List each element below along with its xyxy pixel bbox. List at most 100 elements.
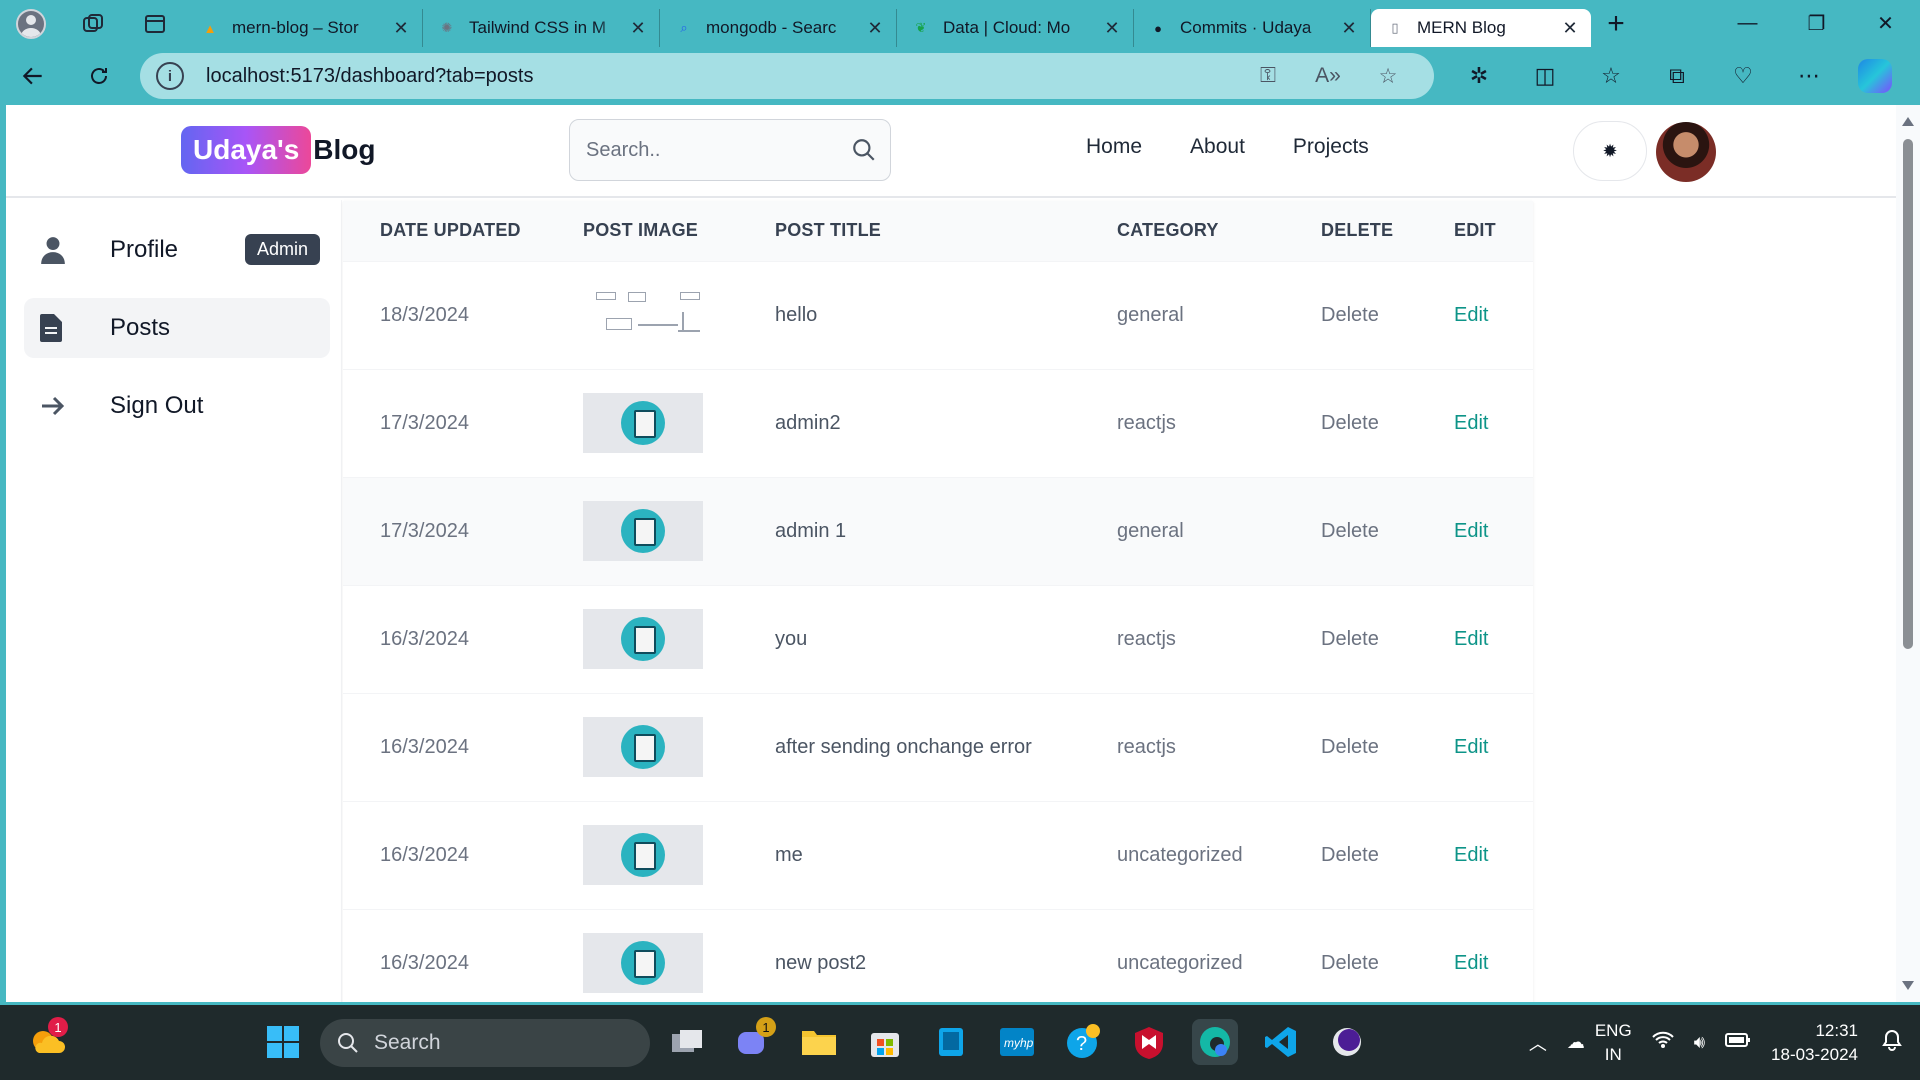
sidebar-item-profile[interactable]: Profile Admin <box>24 220 330 280</box>
vertical-tabs-icon[interactable] <box>124 0 186 47</box>
post-thumbnail[interactable] <box>583 285 703 345</box>
url-bar[interactable]: i localhost:5173/dashboard?tab=posts ⚿ A… <box>140 53 1434 99</box>
post-title-link[interactable]: you <box>738 585 1080 693</box>
extensions-icon[interactable]: ✲ <box>1446 47 1512 105</box>
tab-title: Commits · Udaya <box>1180 18 1312 37</box>
post-thumbnail[interactable] <box>583 393 703 453</box>
browser-tab[interactable]: ⌕ mongodb - Searc ✕ <box>660 9 897 47</box>
delete-button[interactable]: Delete <box>1284 585 1417 693</box>
minimize-button[interactable]: — <box>1713 0 1782 47</box>
workspaces-icon[interactable] <box>62 0 124 47</box>
post-title-link[interactable]: me <box>738 801 1080 909</box>
delete-button[interactable]: Delete <box>1284 261 1417 369</box>
favorite-star-icon[interactable]: ☆ <box>1358 64 1418 89</box>
post-title-link[interactable]: after sending onchange error <box>738 693 1080 801</box>
site-info-icon[interactable]: i <box>156 62 184 90</box>
onedrive-icon[interactable]: ☁ <box>1567 1032 1585 1053</box>
microsoft-store-icon[interactable] <box>862 1019 908 1065</box>
edit-link[interactable]: Edit <box>1417 909 1533 1002</box>
edit-link[interactable]: Edit <box>1417 585 1533 693</box>
volume-icon[interactable]: 🔊︎ <box>1694 1032 1705 1053</box>
browser-tab[interactable]: ✺ Tailwind CSS in M ✕ <box>423 9 660 47</box>
collections-icon[interactable]: ⧉ <box>1644 47 1710 105</box>
edit-link[interactable]: Edit <box>1417 801 1533 909</box>
close-window-button[interactable]: ✕ <box>1851 0 1920 47</box>
nav-about-link[interactable]: About <box>1190 135 1245 159</box>
close-tab-icon[interactable]: ✕ <box>1101 18 1123 39</box>
delete-button[interactable]: Delete <box>1284 909 1417 1002</box>
browser-essentials-icon[interactable]: ♡ <box>1710 47 1776 105</box>
refresh-button[interactable] <box>66 47 132 105</box>
weather-icon[interactable]: 1 <box>24 1017 70 1065</box>
start-button[interactable] <box>260 1019 306 1065</box>
clock[interactable]: 12:31 18-03-2024 <box>1771 1019 1858 1067</box>
profile-icon[interactable] <box>0 0 62 47</box>
close-tab-icon[interactable]: ✕ <box>864 18 886 39</box>
tablet-app-icon[interactable] <box>928 1019 974 1065</box>
new-tab-button[interactable]: + <box>1591 0 1641 47</box>
delete-button[interactable]: Delete <box>1284 369 1417 477</box>
browser-tab[interactable]: ● Commits · Udaya ✕ <box>1134 9 1371 47</box>
delete-button[interactable]: Delete <box>1284 801 1417 909</box>
edit-link[interactable]: Edit <box>1417 369 1533 477</box>
teams-chat-icon[interactable]: 1 <box>730 1017 776 1065</box>
eclipse-app-icon[interactable] <box>1324 1019 1370 1065</box>
wifi-icon[interactable] <box>1651 1031 1674 1054</box>
close-tab-icon[interactable]: ✕ <box>1559 18 1581 39</box>
theme-toggle-button[interactable]: ✹ <box>1573 121 1647 181</box>
browser-tab[interactable]: ▲ mern-blog – Stor ✕ <box>186 9 423 47</box>
post-title-link[interactable]: new post2 <box>738 909 1080 1002</box>
restore-button[interactable]: ❐ <box>1782 0 1851 47</box>
post-title-link[interactable]: hello <box>738 261 1080 369</box>
notification-bell-icon[interactable] <box>1882 1029 1902 1056</box>
scrollbar-thumb[interactable] <box>1903 139 1913 649</box>
password-key-icon[interactable]: ⚿ <box>1238 64 1298 88</box>
read-aloud-icon[interactable]: A» <box>1298 64 1358 88</box>
post-title-link[interactable]: admin2 <box>738 369 1080 477</box>
sidebar-item-signout[interactable]: Sign Out <box>24 376 330 436</box>
myhp-icon[interactable]: myhp <box>994 1019 1040 1065</box>
post-thumbnail[interactable] <box>583 717 703 777</box>
site-logo[interactable]: Udaya's Blog <box>181 126 376 174</box>
language-indicator[interactable]: ENG IN <box>1595 1019 1632 1067</box>
chevron-up-icon[interactable]: ︿ <box>1529 1030 1547 1056</box>
edge-browser-icon[interactable] <box>1192 1019 1238 1065</box>
delete-button[interactable]: Delete <box>1284 477 1417 585</box>
edit-link[interactable]: Edit <box>1417 261 1533 369</box>
url-text[interactable]: localhost:5173/dashboard?tab=posts <box>206 65 1238 88</box>
copilot-icon[interactable] <box>1858 59 1892 93</box>
sidebar-item-posts[interactable]: Posts <box>24 298 330 358</box>
close-tab-icon[interactable]: ✕ <box>1338 18 1360 39</box>
file-explorer-icon[interactable] <box>796 1019 842 1065</box>
page-scrollbar[interactable] <box>1896 105 1920 1002</box>
taskbar-search[interactable]: Search <box>320 1019 650 1067</box>
browser-tab[interactable]: ▯ MERN Blog ✕ <box>1371 9 1591 47</box>
post-thumbnail[interactable] <box>583 825 703 885</box>
scroll-up-arrow[interactable] <box>1902 117 1914 126</box>
post-thumbnail[interactable] <box>583 933 703 994</box>
close-tab-icon[interactable]: ✕ <box>627 18 649 39</box>
scroll-down-arrow[interactable] <box>1902 981 1914 990</box>
nav-projects-link[interactable]: Projects <box>1293 135 1369 159</box>
post-title-link[interactable]: admin 1 <box>738 477 1080 585</box>
post-thumbnail[interactable] <box>583 609 703 669</box>
search-input[interactable] <box>586 138 851 162</box>
vscode-icon[interactable] <box>1258 1019 1304 1065</box>
edit-link[interactable]: Edit <box>1417 477 1533 585</box>
user-avatar[interactable] <box>1656 122 1716 182</box>
favorites-icon[interactable]: ☆ <box>1578 47 1644 105</box>
close-tab-icon[interactable]: ✕ <box>390 18 412 39</box>
nav-home-link[interactable]: Home <box>1086 135 1142 159</box>
help-icon[interactable]: ? <box>1060 1019 1106 1065</box>
split-screen-icon[interactable]: ◫ <box>1512 47 1578 105</box>
browser-tab[interactable]: ❦ Data | Cloud: Mo ✕ <box>897 9 1134 47</box>
task-view-icon[interactable] <box>664 1019 710 1065</box>
more-menu-icon[interactable]: ⋯ <box>1776 47 1842 105</box>
battery-icon[interactable] <box>1725 1032 1751 1053</box>
edit-link[interactable]: Edit <box>1417 693 1533 801</box>
post-thumbnail[interactable] <box>583 501 703 561</box>
back-button[interactable] <box>0 47 66 105</box>
mcafee-icon[interactable] <box>1126 1019 1172 1065</box>
search-icon[interactable] <box>851 137 877 163</box>
delete-button[interactable]: Delete <box>1284 693 1417 801</box>
